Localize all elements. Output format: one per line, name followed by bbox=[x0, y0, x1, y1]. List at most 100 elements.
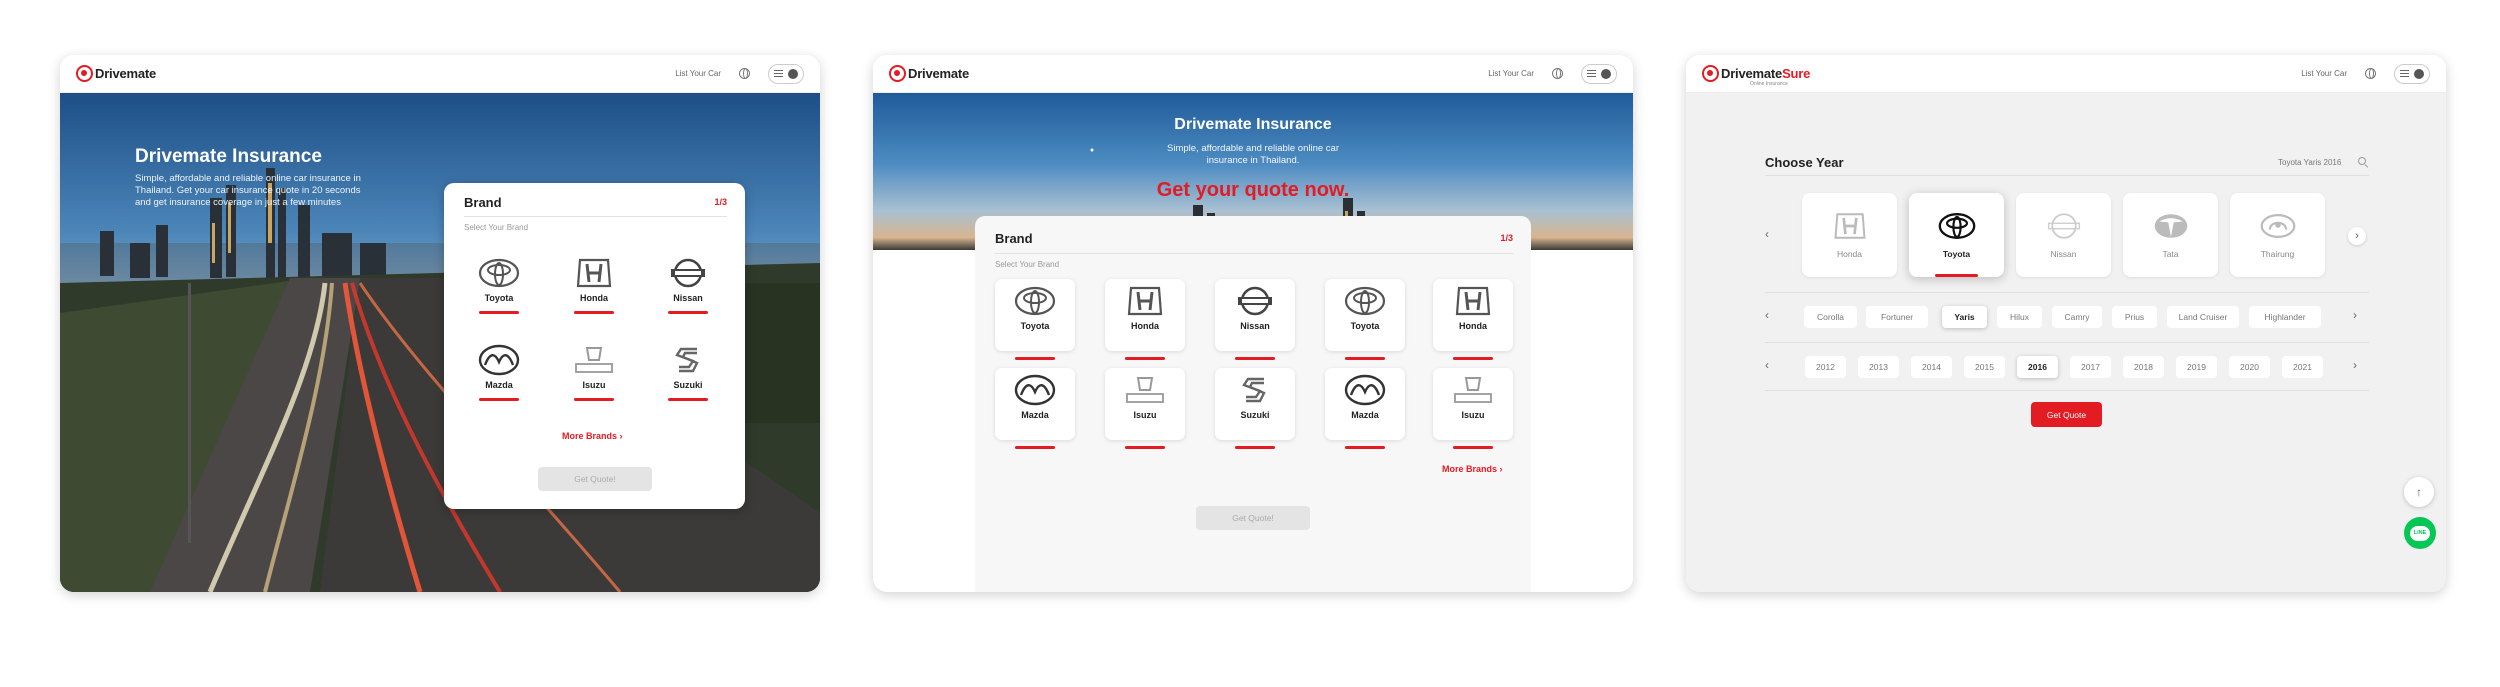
toyota-logo-icon bbox=[1344, 286, 1386, 316]
card-title: Brand bbox=[995, 231, 1033, 246]
year-next-arrow-icon[interactable]: › bbox=[2353, 358, 2357, 372]
brand-option-suzuki[interactable]: Suzuki bbox=[651, 338, 725, 412]
brand-label: Nissan bbox=[1240, 321, 1270, 331]
line-chat-button[interactable]: LINE bbox=[2404, 517, 2436, 549]
divider bbox=[1765, 390, 2369, 391]
model-chip[interactable]: Fortuner bbox=[1866, 306, 1928, 328]
get-quote-button-disabled[interactable]: Get Quote! bbox=[538, 467, 652, 491]
model-prev-arrow-icon[interactable]: ‹ bbox=[1765, 308, 1769, 322]
brand-underline bbox=[1345, 446, 1385, 449]
model-next-arrow-icon[interactable]: › bbox=[2353, 308, 2357, 322]
year-chip[interactable]: 2018 bbox=[2123, 356, 2164, 378]
brand-tile-tata[interactable]: Tata bbox=[2123, 193, 2218, 277]
nissan-logo-icon bbox=[671, 258, 705, 288]
brand-next-arrow-icon[interactable]: › bbox=[2348, 227, 2366, 245]
model-chip[interactable]: Prius bbox=[2112, 306, 2157, 328]
toyota-logo-icon bbox=[478, 258, 520, 288]
brand-tile-honda[interactable]: Honda bbox=[1802, 193, 1897, 277]
year-chip[interactable]: 2015 bbox=[1964, 356, 2005, 378]
year-chip[interactable]: 2019 bbox=[2176, 356, 2217, 378]
card-title: Brand bbox=[464, 195, 502, 210]
brand-label: Nissan bbox=[673, 293, 703, 303]
account-menu-button[interactable] bbox=[1581, 63, 1617, 84]
isuzu-logo-icon bbox=[1126, 377, 1164, 403]
brand-underline bbox=[668, 311, 708, 314]
globe-icon[interactable] bbox=[739, 68, 750, 79]
drivemate-logo-icon bbox=[889, 65, 906, 82]
drivemate-logo[interactable]: Drivemate bbox=[76, 65, 156, 82]
more-brands-label: More Brands bbox=[562, 431, 618, 441]
brand-label: Honda bbox=[1459, 321, 1487, 331]
card-hint: Select Your Brand bbox=[464, 223, 529, 232]
model-chip[interactable]: Corolla bbox=[1804, 306, 1857, 328]
brand-option-mazda[interactable]: Mazda bbox=[1325, 368, 1405, 449]
get-quote-button[interactable]: Get Quote bbox=[2031, 402, 2102, 427]
brand-label: Toyota bbox=[484, 293, 514, 303]
model-chip[interactable]: Highlander bbox=[2249, 306, 2321, 328]
drivemate-sure-logo[interactable]: DrivemateSure bbox=[1702, 65, 1810, 82]
more-brands-link[interactable]: More Brands › bbox=[562, 431, 623, 441]
model-chip[interactable]: Land Cruiser bbox=[2167, 306, 2239, 328]
search-icon[interactable] bbox=[2358, 157, 2366, 165]
brand-option-suzuki[interactable]: Suzuki bbox=[1215, 368, 1295, 449]
user-avatar-icon bbox=[788, 68, 798, 79]
mazda-logo-icon bbox=[1014, 374, 1056, 406]
model-chip-selected[interactable]: Yaris bbox=[1942, 306, 1987, 328]
user-avatar-icon bbox=[2414, 68, 2424, 79]
hero-subtitle: Simple, affordable and reliable online c… bbox=[1167, 143, 1339, 166]
brand-underline bbox=[479, 311, 519, 314]
divider bbox=[1765, 342, 2369, 343]
top-nav: DrivemateSure Online Insurance List Your… bbox=[1686, 55, 2446, 93]
brand-tile-nissan[interactable]: Nissan bbox=[2016, 193, 2111, 277]
account-menu-button[interactable] bbox=[2394, 63, 2430, 84]
year-chip[interactable]: 2013 bbox=[1858, 356, 1899, 378]
brand-option-honda[interactable]: Honda bbox=[1433, 279, 1513, 360]
year-chip[interactable]: 2021 bbox=[2282, 356, 2323, 378]
brand-label: Suzuki bbox=[1240, 410, 1270, 420]
get-quote-button-disabled[interactable]: Get Quote! bbox=[1196, 506, 1310, 530]
brand-option-isuzu[interactable]: Isuzu bbox=[1105, 368, 1185, 449]
isuzu-logo-icon bbox=[1454, 377, 1492, 403]
brand-option-mazda[interactable]: Mazda bbox=[995, 368, 1075, 449]
brand-tile-toyota-selected[interactable]: Toyota bbox=[1909, 193, 2004, 277]
brand-option-nissan[interactable]: Nissan bbox=[651, 251, 725, 325]
year-prev-arrow-icon[interactable]: ‹ bbox=[1765, 358, 1769, 372]
brand-tile-thairung[interactable]: Thairung bbox=[2230, 193, 2325, 277]
brand-underline bbox=[1015, 446, 1055, 449]
brand-option-isuzu[interactable]: Isuzu bbox=[1433, 368, 1513, 449]
list-your-car-link[interactable]: List Your Car bbox=[2301, 69, 2347, 78]
year-chip[interactable]: 2012 bbox=[1805, 356, 1846, 378]
drivemate-logo[interactable]: Drivemate bbox=[889, 65, 969, 82]
brand-option-honda[interactable]: Honda bbox=[1105, 279, 1185, 360]
brand-option-nissan[interactable]: Nissan bbox=[1215, 279, 1295, 360]
year-chip[interactable]: 2014 bbox=[1911, 356, 1952, 378]
globe-icon[interactable] bbox=[1552, 68, 1563, 79]
brand-option-mazda[interactable]: Mazda bbox=[462, 338, 536, 412]
brand-option-toyota[interactable]: Toyota bbox=[462, 251, 536, 325]
scroll-to-top-button[interactable]: ↑ bbox=[2404, 477, 2434, 507]
list-your-car-link[interactable]: List Your Car bbox=[675, 69, 721, 78]
account-menu-button[interactable] bbox=[768, 63, 804, 84]
hero-subtitle: Simple, affordable and reliable online c… bbox=[135, 173, 361, 208]
list-your-car-link[interactable]: List Your Car bbox=[1488, 69, 1534, 78]
model-chip[interactable]: Hilux bbox=[1997, 306, 2042, 328]
model-chip[interactable]: Camry bbox=[2052, 306, 2102, 328]
globe-icon[interactable] bbox=[2365, 68, 2376, 79]
brand-label: Nissan bbox=[2050, 249, 2077, 259]
selection-summary-input[interactable]: Toyota Yaris 2016 bbox=[2278, 158, 2341, 167]
honda-logo-icon bbox=[576, 258, 612, 288]
year-chip[interactable]: 2020 bbox=[2229, 356, 2270, 378]
brand-option-toyota[interactable]: Toyota bbox=[995, 279, 1075, 360]
line-chat-icon: LINE bbox=[2410, 525, 2430, 541]
more-brands-link[interactable]: More Brands › bbox=[1442, 464, 1503, 474]
brand-option-isuzu[interactable]: Isuzu bbox=[557, 338, 631, 412]
brand-label: Tata bbox=[2162, 249, 2179, 259]
year-chip[interactable]: 2017 bbox=[2070, 356, 2111, 378]
brand-option-toyota[interactable]: Toyota bbox=[1325, 279, 1405, 360]
brand-prev-arrow-icon[interactable]: ‹ bbox=[1765, 227, 1769, 241]
brand-label: Suzuki bbox=[673, 380, 703, 390]
nissan-logo-icon bbox=[2047, 213, 2080, 239]
year-chip-selected[interactable]: 2016 bbox=[2017, 356, 2058, 378]
hamburger-icon bbox=[2400, 70, 2409, 77]
brand-option-honda[interactable]: Honda bbox=[557, 251, 631, 325]
